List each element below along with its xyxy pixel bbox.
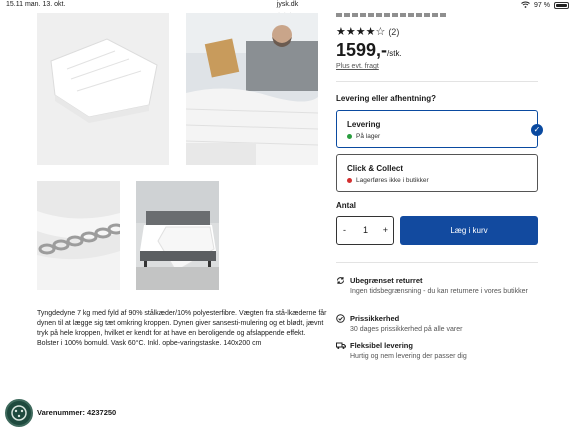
click-collect-stock-text: Lagerføres ikke i butikker bbox=[356, 177, 429, 184]
benefit-text: Hurtig og nem levering der passer dig bbox=[350, 353, 467, 360]
freight-link[interactable]: Plus evt. fragt bbox=[336, 63, 379, 70]
status-bar: 15.11 man. 13. okt. jysk.dk 97 % bbox=[0, 0, 575, 12]
check-circle-icon bbox=[336, 314, 345, 323]
in-stock-dot-icon bbox=[347, 134, 352, 139]
divider bbox=[336, 262, 538, 263]
product-title-cropped bbox=[336, 13, 456, 17]
delivery-stock-text: På lager bbox=[356, 133, 381, 140]
benefit-title: Fleksibel levering bbox=[350, 341, 413, 350]
quantity-increase-button[interactable]: + bbox=[383, 225, 388, 235]
product-image-duvet[interactable] bbox=[37, 13, 169, 165]
add-to-cart-button[interactable]: Læg i kurv bbox=[400, 216, 538, 245]
delivery-option-levering[interactable]: Levering På lager ✓ bbox=[336, 110, 543, 148]
product-rating[interactable]: ★★★★☆ (2) bbox=[336, 25, 399, 38]
rating-stars-icon: ★★★★☆ bbox=[336, 26, 386, 38]
delivery-option-label: Levering bbox=[347, 120, 381, 129]
delivery-stock-status: På lager bbox=[347, 133, 380, 140]
benefit-text: Ingen tidsbegrænsning - du kan returnere… bbox=[350, 288, 528, 295]
quantity-input[interactable]: 1 bbox=[363, 225, 368, 235]
product-price: 1599,-/stk. bbox=[336, 40, 402, 61]
wifi-icon bbox=[521, 1, 530, 10]
return-icon bbox=[336, 276, 345, 285]
status-right: 97 % bbox=[521, 1, 569, 10]
price-value: 1599,- bbox=[336, 40, 388, 60]
divider bbox=[336, 81, 538, 82]
selected-check-icon: ✓ bbox=[531, 124, 543, 136]
truck-icon bbox=[336, 341, 346, 350]
address-bar[interactable]: jysk.dk bbox=[0, 1, 575, 8]
badge-icon bbox=[11, 405, 27, 421]
battery-percent: 97 % bbox=[534, 2, 550, 9]
product-image-chain[interactable] bbox=[37, 181, 120, 290]
quantity-label: Antal bbox=[336, 201, 356, 210]
benefit-text: 30 dages prissikkerhed på alle varer bbox=[350, 326, 463, 333]
delivery-option-click-collect[interactable]: Click & Collect Lagerføres ikke i butikk… bbox=[336, 154, 538, 192]
benefit-title: Prissikkerhed bbox=[350, 314, 400, 323]
quantity-stepper: - 1 + bbox=[336, 216, 394, 245]
floating-badge-button[interactable] bbox=[5, 399, 33, 427]
battery-icon bbox=[554, 2, 569, 9]
click-collect-label: Click & Collect bbox=[347, 164, 404, 173]
benefit-title: Ubegrænset returret bbox=[350, 276, 423, 285]
rating-count: (2) bbox=[388, 26, 400, 37]
product-image-bed[interactable] bbox=[136, 181, 219, 290]
product-image-lifestyle[interactable] bbox=[186, 13, 318, 165]
product-sku: Varenummer: 4237250 bbox=[37, 408, 117, 417]
click-collect-stock-status: Lagerføres ikke i butikker bbox=[347, 177, 429, 184]
product-description: Tyngdedyne 7 kg med fyld af 90% stålkæde… bbox=[37, 310, 327, 347]
quantity-decrease-button[interactable]: - bbox=[343, 225, 346, 235]
not-stocked-dot-icon bbox=[347, 178, 352, 183]
delivery-question: Levering eller afhentning? bbox=[336, 94, 437, 103]
price-unit: /stk. bbox=[387, 49, 402, 58]
